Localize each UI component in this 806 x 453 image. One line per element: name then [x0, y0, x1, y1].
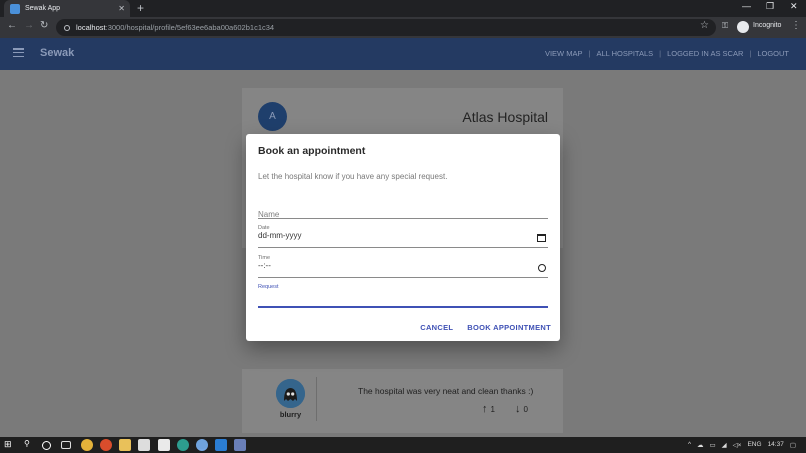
- upvote-count: 1: [490, 404, 495, 414]
- browser-menu-icon[interactable]: ⋮: [791, 20, 801, 31]
- windows-start-icon[interactable]: ⊞: [4, 439, 16, 451]
- url-host: localhost: [76, 23, 106, 32]
- nav-logged-in[interactable]: LOGGED IN AS SCAR: [667, 49, 743, 58]
- hospital-avatar: A: [258, 102, 287, 131]
- app-window-icon[interactable]: [234, 439, 246, 451]
- reviewer-avatar: [276, 379, 305, 408]
- address-bar[interactable]: localhost :3000/hospital/profile/5ef63ee…: [56, 19, 716, 36]
- close-window-icon[interactable]: ✕: [790, 1, 798, 12]
- minimize-icon[interactable]: —: [742, 1, 751, 11]
- incognito-label: Incognito: [753, 22, 782, 29]
- task-view-icon[interactable]: [61, 441, 71, 449]
- chrome-active-icon[interactable]: [196, 439, 208, 451]
- close-tab-icon[interactable]: ✕: [118, 4, 125, 13]
- request-label: Request: [258, 284, 279, 290]
- calendar-icon[interactable]: [537, 234, 546, 242]
- language-indicator[interactable]: ENG: [747, 441, 761, 449]
- review-text: The hospital was very neat and clean tha…: [358, 386, 534, 396]
- dialog-title: Book an appointment: [258, 145, 366, 157]
- incognito-icon: [737, 21, 749, 33]
- name-field[interactable]: Name: [258, 204, 548, 219]
- info-icon[interactable]: [64, 24, 70, 31]
- ghost-icon: [276, 379, 305, 408]
- key-icon[interactable]: ⚿: [722, 21, 728, 31]
- chrome-icon[interactable]: [81, 439, 93, 451]
- favicon-icon: [10, 3, 20, 14]
- nav-all-hospitals[interactable]: ALL HOSPITALS: [596, 49, 653, 58]
- file-explorer-icon[interactable]: [119, 439, 131, 451]
- new-tab-icon[interactable]: +: [137, 1, 144, 15]
- nav-logout[interactable]: LOGOUT: [757, 49, 789, 58]
- book-appointment-button[interactable]: BOOK APPOINTMENT: [467, 323, 551, 332]
- app-icon[interactable]: [100, 439, 112, 451]
- tray-volume-icon[interactable]: ◁×: [733, 441, 742, 449]
- nav-view-map[interactable]: VIEW MAP: [545, 49, 583, 58]
- mail-icon[interactable]: [158, 439, 170, 451]
- browser-tab-strip: Sewak App ✕ + — ❐ ✕: [0, 0, 806, 17]
- clock-icon[interactable]: [538, 264, 546, 272]
- nav-separator: |: [659, 49, 662, 58]
- hospital-name: Atlas Hospital: [462, 109, 548, 125]
- nav-separator: |: [749, 49, 752, 58]
- time-value: --:--: [258, 261, 271, 270]
- back-icon[interactable]: ←: [7, 20, 17, 31]
- request-field[interactable]: Request: [258, 284, 548, 308]
- arrow-up-icon: ↑: [482, 403, 488, 415]
- system-tray: ^ ☁ ▭ ◢ ◁× ENG 14:37 ▢: [688, 441, 796, 449]
- downvote-button[interactable]: ↓ 0: [515, 403, 528, 415]
- date-value: dd-mm-yyyy: [258, 231, 302, 240]
- review-card: blurry The hospital was very neat and cl…: [242, 369, 563, 433]
- vscode-icon[interactable]: [215, 439, 227, 451]
- search-icon[interactable]: ⚲: [24, 439, 36, 451]
- app-title: Sewak: [40, 47, 75, 59]
- bookmark-star-icon[interactable]: ☆: [700, 20, 709, 31]
- arrow-down-icon: ↓: [515, 403, 521, 415]
- forward-icon[interactable]: →: [24, 20, 34, 31]
- tab-title: Sewak App: [25, 5, 61, 12]
- taskbar: ⊞ ⚲ ^ ☁ ▭ ◢ ◁× ENG 14:37 ▢: [0, 437, 806, 453]
- menu-icon[interactable]: [13, 48, 24, 58]
- app-bar: Sewak VIEW MAP | ALL HOSPITALS | LOGGED …: [0, 38, 806, 70]
- notification-icon[interactable]: ▢: [790, 441, 796, 449]
- field-underline: [258, 277, 548, 278]
- nav-separator: |: [588, 49, 591, 58]
- time-field[interactable]: Time --:--: [258, 255, 548, 278]
- field-underline: [258, 218, 548, 219]
- tray-network-icon[interactable]: ◢: [722, 441, 727, 449]
- restore-icon[interactable]: ❐: [766, 1, 774, 12]
- tray-chevron-icon[interactable]: ^: [688, 441, 691, 449]
- reviewer-name: blurry: [279, 410, 302, 419]
- appointment-dialog: Book an appointment Let the hospital kno…: [246, 134, 560, 341]
- dialog-subtitle: Let the hospital know if you have any sp…: [258, 172, 448, 181]
- cancel-button[interactable]: CANCEL: [420, 323, 453, 332]
- field-underline: [258, 247, 548, 248]
- store-icon[interactable]: [138, 439, 150, 451]
- divider: [316, 377, 317, 421]
- tray-battery-icon[interactable]: ▭: [710, 441, 716, 449]
- tray-cloud-icon[interactable]: ☁: [697, 441, 704, 449]
- reload-icon[interactable]: ↻: [40, 20, 48, 31]
- edge-icon[interactable]: [177, 439, 189, 451]
- url-path: :3000/hospital/profile/5ef63ee6aba00a602…: [105, 23, 275, 32]
- date-field[interactable]: Date dd-mm-yyyy: [258, 225, 548, 248]
- browser-tab[interactable]: Sewak App ✕: [4, 0, 130, 17]
- field-underline: [258, 306, 548, 308]
- cortana-icon[interactable]: [42, 441, 51, 450]
- downvote-count: 0: [523, 404, 528, 414]
- clock[interactable]: 14:37: [768, 441, 784, 449]
- browser-toolbar: ← → ↻ localhost :3000/hospital/profile/5…: [0, 17, 806, 38]
- page-content: Sewak VIEW MAP | ALL HOSPITALS | LOGGED …: [0, 38, 806, 437]
- upvote-button[interactable]: ↑ 1: [482, 403, 495, 415]
- nav-links: VIEW MAP | ALL HOSPITALS | LOGGED IN AS …: [545, 49, 789, 58]
- dialog-actions: CANCEL BOOK APPOINTMENT: [420, 323, 551, 332]
